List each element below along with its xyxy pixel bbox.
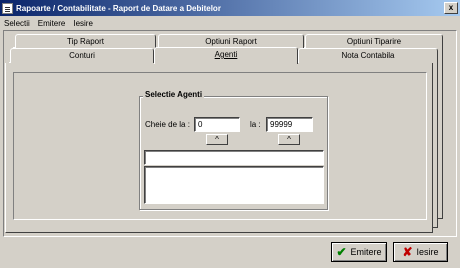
tab-optiuni-tiparire-label: Optiuni Tiparire [346,37,402,46]
menu-bar: Selectii Emitere Iesire [0,16,460,30]
tab-agenti[interactable]: Agenti [154,47,298,64]
menu-selectii[interactable]: Selectii [0,19,34,28]
x-icon: ✘ [402,245,413,259]
agent-search-field[interactable] [144,150,324,165]
menu-emitere[interactable]: Emitere [34,19,70,28]
tab-conturi-label: Conturi [69,51,95,60]
key-from-label: Cheie de la : [145,120,190,129]
menu-iesire[interactable]: Iesire [69,19,97,28]
report-app-icon [2,2,13,14]
emit-button[interactable]: ✔ Emitere [331,242,387,262]
title-bar[interactable]: Rapoarte / Contabilitate - Raport de Dat… [0,0,460,16]
agent-list[interactable] [144,166,324,204]
tab-agenti-label: Agenti [214,50,238,59]
tab-nota-contabila[interactable]: Nota Contabila [298,48,438,63]
tab-optiuni-raport-label: Optiuni Raport [205,37,257,46]
checkmark-icon: ✔ [336,245,347,259]
tab-conturi[interactable]: Conturi [10,48,154,63]
tab-nota-contabila-label: Nota Contabila [341,51,395,60]
key-to-label: la : [250,120,261,129]
tab-tip-raport-label: Tip Raport [66,37,105,46]
exit-button-label: Iesire [416,247,439,257]
agent-selection-title: Selectie Agenti [143,90,205,99]
key-from-up-button[interactable]: ^ [206,134,228,145]
tab-optiuni-tiparire[interactable]: Optiuni Tiparire [305,34,443,49]
tab-tip-raport[interactable]: Tip Raport [15,34,156,49]
exit-button[interactable]: ✘ Iesire [393,242,448,262]
emit-button-label: Emitere [350,247,382,257]
close-button[interactable]: x [444,2,458,14]
key-to-input[interactable] [266,117,313,132]
report-window: Rapoarte / Contabilitate - Raport de Dat… [0,0,460,268]
key-to-up-button[interactable]: ^ [278,134,300,145]
key-from-input[interactable] [194,117,240,132]
window-title: Rapoarte / Contabilitate - Raport de Dat… [16,3,221,13]
